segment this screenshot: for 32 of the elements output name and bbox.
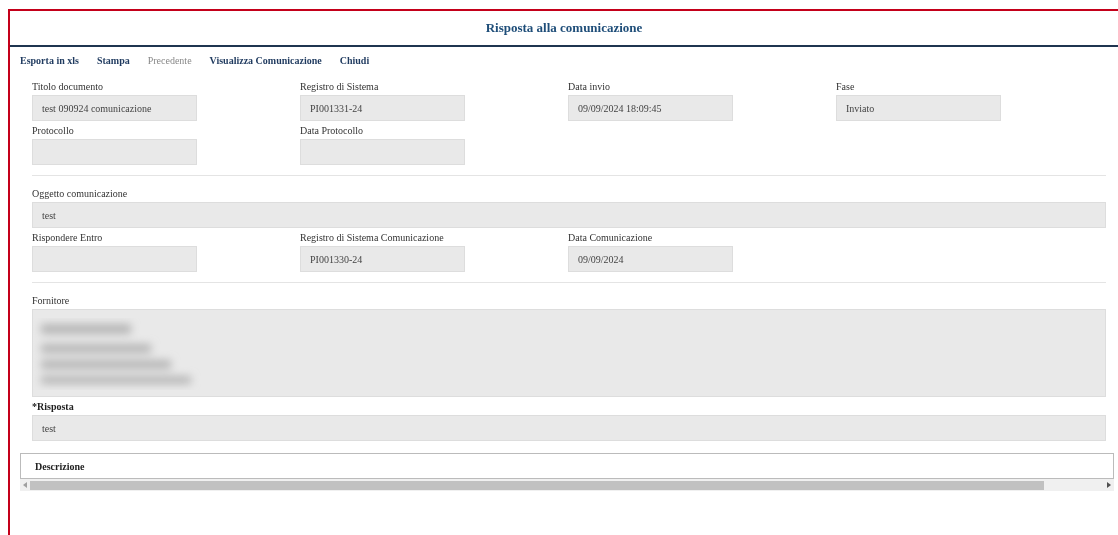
- field-label: Oggetto comunicazione: [32, 187, 129, 201]
- text-field[interactable]: 09/09/2024: [568, 246, 733, 272]
- text-field[interactable]: test 090924 comunicazione: [32, 95, 197, 121]
- page-title: Risposta alla comunicazione: [485, 19, 643, 38]
- field-label: Fase: [836, 80, 856, 94]
- text-field[interactable]: [32, 246, 197, 272]
- text-area[interactable]: [32, 309, 1106, 397]
- field-label: Protocollo: [32, 124, 75, 138]
- field-label: Data invio: [568, 80, 611, 94]
- field-label: *Risposta: [32, 400, 75, 414]
- field-label: Registro di Sistema Comunicazione: [300, 231, 445, 245]
- field-label: Rispondere Entro: [32, 231, 104, 245]
- toolbar-link[interactable]: Chiudi: [339, 53, 370, 68]
- toolbar-link[interactable]: Esporta in xls: [20, 53, 79, 68]
- column-header: Descrizione: [35, 459, 85, 474]
- toolbar-link[interactable]: Stampa: [96, 53, 130, 68]
- text-field[interactable]: test: [32, 202, 1106, 228]
- text-field[interactable]: PI001331-24: [300, 95, 465, 121]
- text-field[interactable]: 09/09/2024 18:09:45: [568, 95, 733, 121]
- field-label: Data Comunicazione: [568, 231, 654, 245]
- text-field[interactable]: Inviato: [836, 95, 1001, 121]
- field-label: Fornitore: [32, 294, 71, 308]
- text-field[interactable]: [300, 139, 465, 165]
- text-field[interactable]: PI001330-24: [300, 246, 465, 272]
- toolbar-link[interactable]: Visualizza Comunicazione: [209, 53, 322, 68]
- field-label: Registro di Sistema: [300, 80, 380, 94]
- horizontal-scrollbar[interactable]: [20, 479, 1114, 491]
- text-field[interactable]: [32, 139, 197, 165]
- field-label: Data Protocollo: [300, 124, 365, 138]
- scroll-thumb[interactable]: [30, 480, 1044, 490]
- field-label: Titolo documento: [32, 80, 105, 94]
- text-field[interactable]: test: [32, 415, 1106, 441]
